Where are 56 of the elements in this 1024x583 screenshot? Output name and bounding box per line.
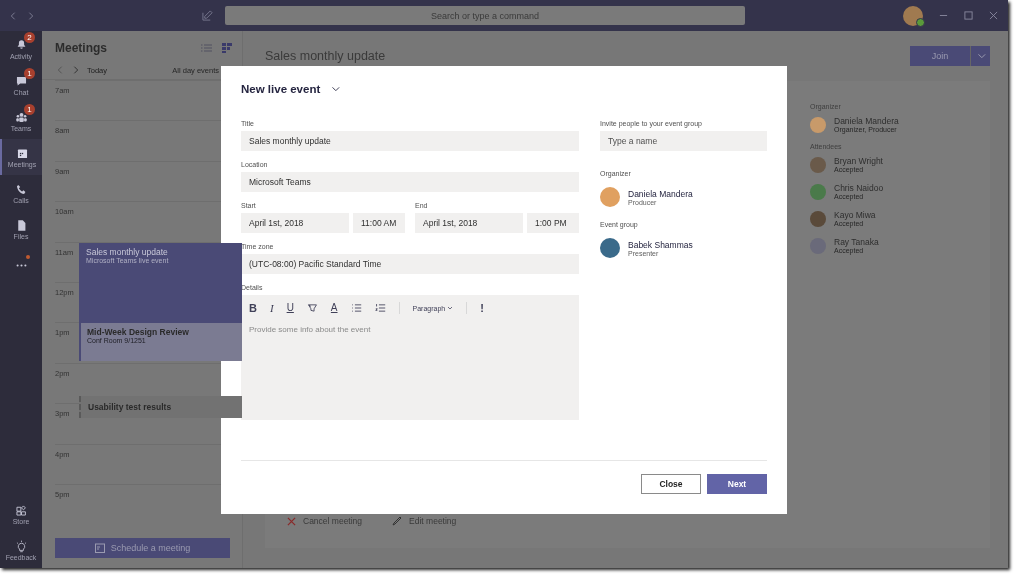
- important-button[interactable]: !: [480, 302, 484, 314]
- back-icon[interactable]: [8, 10, 18, 21]
- chat-icon: [14, 74, 28, 88]
- pencil-icon: [392, 516, 403, 526]
- panel-title: Meetings: [55, 41, 107, 55]
- close-button[interactable]: Close: [641, 474, 701, 494]
- chevron-down-icon[interactable]: [330, 84, 341, 94]
- person-name: Chris Naidoo: [834, 183, 884, 193]
- count-badge: 1: [24, 104, 35, 115]
- color-button[interactable]: A: [330, 303, 338, 313]
- location-field[interactable]: Microsoft Teams: [241, 172, 579, 192]
- bold-button[interactable]: B: [249, 302, 257, 314]
- invite-field[interactable]: Type a name: [600, 131, 767, 151]
- title-field[interactable]: Sales monthly update: [241, 131, 579, 151]
- italic-button[interactable]: I: [269, 302, 274, 314]
- calendar-icon: [94, 543, 105, 553]
- end-time-field[interactable]: 1:00 PM: [527, 213, 579, 233]
- person-name: Daniela Mandera: [628, 188, 693, 199]
- store-icon: [14, 503, 28, 517]
- lightbulb-icon: [14, 539, 28, 553]
- count-badge: 2: [24, 32, 35, 43]
- user-avatar[interactable]: [903, 5, 923, 26]
- person-name: Babek Shammas: [628, 239, 693, 250]
- underline-button[interactable]: U: [286, 303, 294, 313]
- numbers-icon[interactable]: [374, 302, 386, 314]
- bullets-icon[interactable]: [350, 302, 362, 314]
- count-badge: 1: [24, 68, 35, 79]
- phone-icon: [14, 182, 28, 196]
- time-zone-field[interactable]: (UTC-08:00) Pacific Standard Time: [241, 254, 579, 274]
- person-name: Kayo Miwa: [834, 210, 876, 220]
- person-name: Ray Tanaka: [834, 237, 879, 247]
- calendar-event[interactable]: Usability test results: [79, 396, 242, 419]
- dialog-title: New live event: [241, 83, 321, 95]
- person-name: Bryan Wright: [834, 156, 883, 166]
- calendar-view-icon[interactable]: [222, 43, 232, 53]
- chevron-down-icon[interactable]: [975, 51, 986, 61]
- join-button[interactable]: Join: [910, 46, 970, 66]
- details-placeholder: Provide some info about the event: [249, 325, 372, 334]
- forward-icon[interactable]: [26, 10, 36, 21]
- meeting-title: Sales monthly update: [265, 49, 386, 63]
- next-button[interactable]: Next: [707, 474, 767, 494]
- chevron-down-icon: [447, 305, 454, 311]
- previous-icon[interactable]: [55, 65, 65, 75]
- close-icon[interactable]: [989, 11, 998, 20]
- people-icon: [14, 110, 28, 124]
- cross-icon: [287, 516, 296, 526]
- highlight-icon[interactable]: [306, 302, 318, 314]
- join-options-button[interactable]: [970, 46, 990, 66]
- next-icon[interactable]: [71, 65, 81, 75]
- end-date-field[interactable]: April 1st, 2018: [415, 213, 523, 233]
- start-time-field[interactable]: 11:00 AM: [353, 213, 405, 233]
- person-name: Daniela Mandera: [834, 116, 899, 126]
- schedule-meeting-button[interactable]: Schedule a meeting: [55, 538, 230, 558]
- maximize-icon[interactable]: [964, 11, 973, 20]
- start-date-field[interactable]: April 1st, 2018: [241, 213, 349, 233]
- compose-icon[interactable]: [202, 10, 213, 21]
